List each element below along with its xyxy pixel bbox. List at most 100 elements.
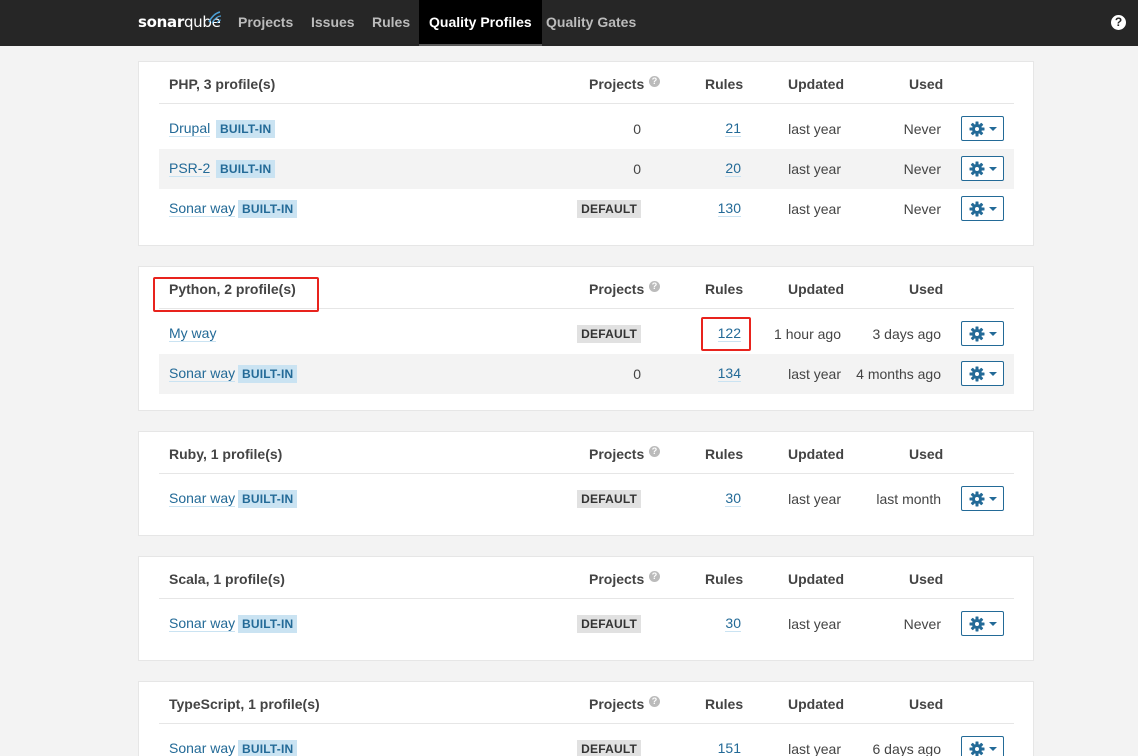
gear-icon xyxy=(969,616,985,632)
highlight-box-python-title xyxy=(153,277,319,312)
profile-actions-button[interactable] xyxy=(961,611,1004,636)
projects-help-icon[interactable]: ? xyxy=(649,281,660,292)
used-date: Never xyxy=(903,121,941,137)
card-header: PHP, 3 profile(s) Projects ? Rules Updat… xyxy=(159,62,1014,104)
default-badge: DEFAULT xyxy=(577,325,641,343)
updated-date: last year xyxy=(788,366,841,382)
gear-icon xyxy=(969,491,985,507)
chevron-down-icon xyxy=(989,497,997,501)
chevron-down-icon xyxy=(989,207,997,211)
card-header: Ruby, 1 profile(s) Projects ? Rules Upda… xyxy=(159,432,1014,474)
projects-help-icon[interactable]: ? xyxy=(649,76,660,87)
column-projects: Projects xyxy=(589,696,645,712)
rules-count-link[interactable]: 134 xyxy=(717,366,741,382)
updated-date: last year xyxy=(788,491,841,507)
language-title: Scala, 1 profile(s) xyxy=(169,571,285,587)
rules-count-link[interactable]: 30 xyxy=(725,491,741,507)
projects-help-icon[interactable]: ? xyxy=(649,696,660,707)
profile-actions-button[interactable] xyxy=(961,196,1004,221)
top-navbar: sonarqube Projects Issues Rules Quality … xyxy=(0,0,1138,46)
language-card-php: PHP, 3 profile(s) Projects ? Rules Updat… xyxy=(138,61,1034,246)
profile-actions-button[interactable] xyxy=(961,321,1004,346)
column-projects: Projects xyxy=(589,571,645,587)
used-date: Never xyxy=(903,161,941,177)
column-rules: Rules xyxy=(705,76,744,92)
language-card-ruby: Ruby, 1 profile(s) Projects ? Rules Upda… xyxy=(138,431,1034,536)
profile-name-link[interactable]: Sonar way xyxy=(169,616,236,632)
profile-row: Sonar way BUILT-IN DEFAULT 151 last year… xyxy=(159,729,1014,756)
profile-name-link[interactable]: Sonar way xyxy=(169,366,236,382)
column-rules: Rules xyxy=(705,696,744,712)
profile-row: Sonar way BUILT-IN DEFAULT 30 last year … xyxy=(159,479,1014,519)
chevron-down-icon xyxy=(989,747,997,751)
gear-icon xyxy=(969,326,985,342)
column-updated: Updated xyxy=(788,696,844,712)
language-title: PHP, 3 profile(s) xyxy=(169,76,276,92)
column-used: Used xyxy=(909,571,944,587)
profile-row: Sonar way BUILT-IN DEFAULT 30 last year … xyxy=(159,604,1014,644)
column-updated: Updated xyxy=(788,571,844,587)
profile-actions-button[interactable] xyxy=(961,156,1004,181)
rules-count-link[interactable]: 21 xyxy=(725,121,741,137)
column-updated: Updated xyxy=(788,446,844,462)
profile-name-link[interactable]: Sonar way xyxy=(169,741,235,756)
project-count: 0 xyxy=(633,366,641,382)
chevron-down-icon xyxy=(989,167,997,171)
profile-row: PSR-2 BUILT-IN 0 20 last year Never xyxy=(159,149,1014,189)
card-header: Scala, 1 profile(s) Projects ? Rules Upd… xyxy=(159,557,1014,599)
gear-icon xyxy=(969,201,985,217)
nav-projects[interactable]: Projects xyxy=(228,0,303,46)
help-icon[interactable]: ? xyxy=(1111,15,1126,30)
logo-text-bold: sonar xyxy=(138,13,184,31)
profile-name-link[interactable]: Sonar way xyxy=(169,201,236,217)
language-card-typescript: TypeScript, 1 profile(s) Projects ? Rule… xyxy=(138,681,1034,756)
profile-name-link[interactable]: Drupal xyxy=(169,121,211,137)
profile-row: My way DEFAULT 122 1 hour ago 3 days ago xyxy=(159,314,1014,354)
profile-actions-button[interactable] xyxy=(961,116,1004,141)
chevron-down-icon xyxy=(989,372,997,376)
rules-count-link[interactable]: 20 xyxy=(725,161,741,177)
rules-count-link[interactable]: 30 xyxy=(725,616,741,632)
default-badge: DEFAULT xyxy=(577,615,641,633)
rules-count-link[interactable]: 151 xyxy=(718,741,741,756)
profile-actions-button[interactable] xyxy=(961,486,1004,511)
builtin-badge: BUILT-IN xyxy=(238,490,298,508)
projects-help-icon[interactable]: ? xyxy=(649,446,660,457)
chevron-down-icon xyxy=(989,127,997,131)
project-count: 0 xyxy=(633,121,641,137)
updated-date: 1 hour ago xyxy=(774,326,841,342)
column-used: Used xyxy=(909,446,944,462)
column-used: Used xyxy=(909,281,944,297)
profile-row: Drupal BUILT-IN 0 21 last year Never xyxy=(159,109,1014,149)
updated-date: last year xyxy=(788,201,841,217)
used-date: 3 days ago xyxy=(872,326,942,342)
profile-actions-button[interactable] xyxy=(961,361,1004,386)
column-used: Used xyxy=(909,76,944,92)
projects-help-icon[interactable]: ? xyxy=(649,571,660,582)
used-date: Never xyxy=(903,616,941,632)
profile-actions-button[interactable] xyxy=(961,736,1004,756)
project-count: 0 xyxy=(633,161,641,177)
profile-row: Sonar way BUILT-IN 0 134 last year 4 mon… xyxy=(159,354,1014,394)
nav-quality-profiles[interactable]: Quality Profiles xyxy=(419,0,542,46)
column-rules: Rules xyxy=(705,571,744,587)
updated-date: last year xyxy=(788,121,841,137)
column-projects: Projects xyxy=(589,446,645,462)
nav-issues[interactable]: Issues xyxy=(301,0,365,46)
language-title: Ruby, 1 profile(s) xyxy=(169,446,283,462)
profile-name-link[interactable]: PSR-2 xyxy=(169,161,211,177)
language-card-scala: Scala, 1 profile(s) Projects ? Rules Upd… xyxy=(138,556,1034,661)
column-updated: Updated xyxy=(788,281,844,297)
gear-icon xyxy=(969,121,985,137)
gear-icon xyxy=(969,366,985,382)
rules-count-link[interactable]: 130 xyxy=(717,201,741,217)
profile-row: Sonar way BUILT-IN DEFAULT 130 last year… xyxy=(159,189,1014,229)
nav-rules[interactable]: Rules xyxy=(362,0,420,46)
updated-date: last year xyxy=(788,161,841,177)
profile-name-link[interactable]: Sonar way xyxy=(169,491,236,507)
gear-icon xyxy=(969,161,985,177)
default-badge: DEFAULT xyxy=(577,740,641,756)
nav-quality-gates[interactable]: Quality Gates xyxy=(536,0,646,46)
profile-name-link[interactable]: My way xyxy=(169,326,217,342)
updated-date: last year xyxy=(788,616,841,632)
